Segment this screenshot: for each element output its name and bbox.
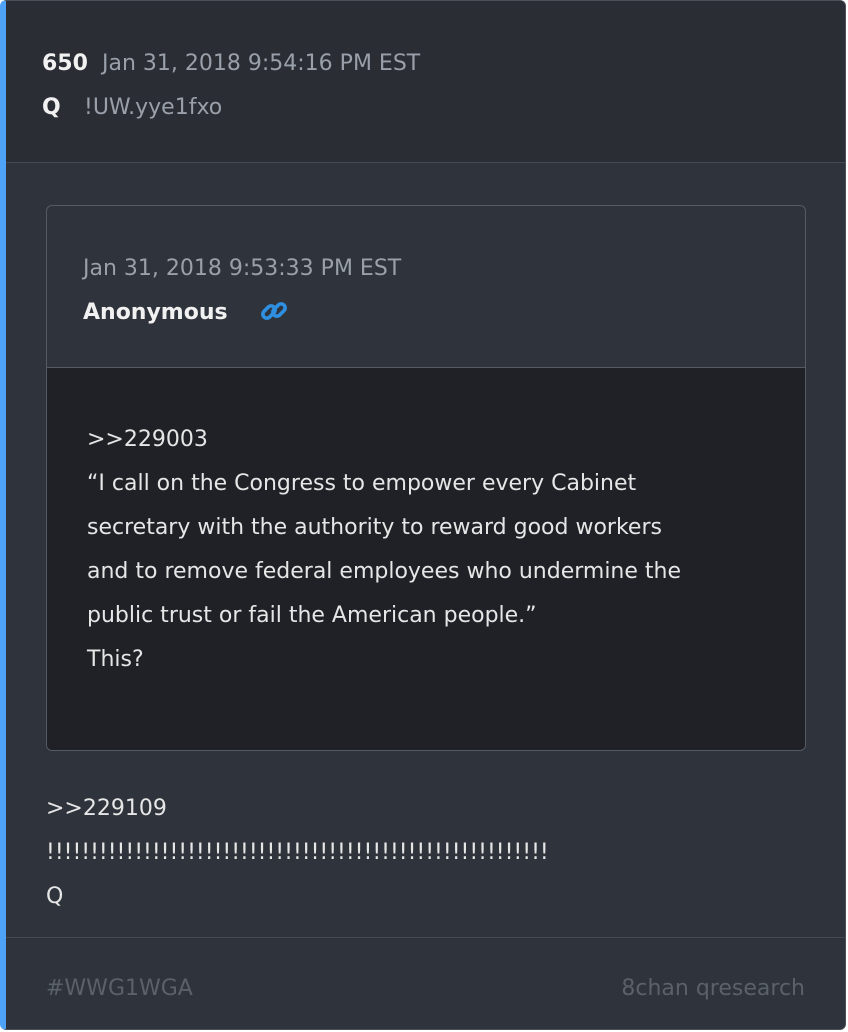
- post-author: Q: [42, 95, 61, 120]
- link-icon[interactable]: [259, 296, 289, 326]
- post-signature: Q: [46, 884, 64, 909]
- post-card: 650 Jan 31, 2018 9:54:16 PM EST Q !UW.yy…: [0, 0, 846, 1030]
- hashtag: #WWG1WGA: [46, 976, 193, 1001]
- quoted-text-line: secretary with the authority to reward g…: [87, 515, 662, 540]
- post-tripcode: !UW.yye1fxo: [84, 95, 223, 120]
- post-number: 650: [42, 51, 88, 76]
- quote-reference-link[interactable]: >>229003: [87, 418, 777, 462]
- quoted-post: Jan 31, 2018 9:53:33 PM EST Anonymous >>…: [46, 205, 806, 751]
- reply-reference-link[interactable]: >>229109: [46, 787, 806, 831]
- quoted-text-line: and to remove federal employees who unde…: [87, 559, 682, 584]
- quoted-post-header: Jan 31, 2018 9:53:33 PM EST Anonymous: [47, 206, 805, 368]
- source-label: 8chan qresearch: [621, 976, 805, 1001]
- quoted-post-date: Jan 31, 2018 9:53:33 PM EST: [83, 256, 402, 281]
- quoted-post-body: >>229003 “I call on the Congress to empo…: [47, 368, 805, 750]
- post-body: >>229109 !!!!!!!!!!!!!!!!!!!!!!!!!!!!!!!…: [46, 787, 806, 919]
- quoted-text-line: This?: [87, 647, 144, 672]
- quoted-text-line: “I call on the Congress to empower every…: [87, 471, 637, 496]
- post-footer: #WWG1WGA 8chan qresearch: [6, 937, 845, 1029]
- post-text-line: !!!!!!!!!!!!!!!!!!!!!!!!!!!!!!!!!!!!!!!!…: [46, 840, 549, 865]
- post-date: Jan 31, 2018 9:54:16 PM EST: [102, 51, 421, 76]
- quoted-post-author: Anonymous: [83, 300, 228, 325]
- quoted-text-line: public trust or fail the American people…: [87, 603, 537, 628]
- post-header: 650 Jan 31, 2018 9:54:16 PM EST Q !UW.yy…: [6, 1, 845, 163]
